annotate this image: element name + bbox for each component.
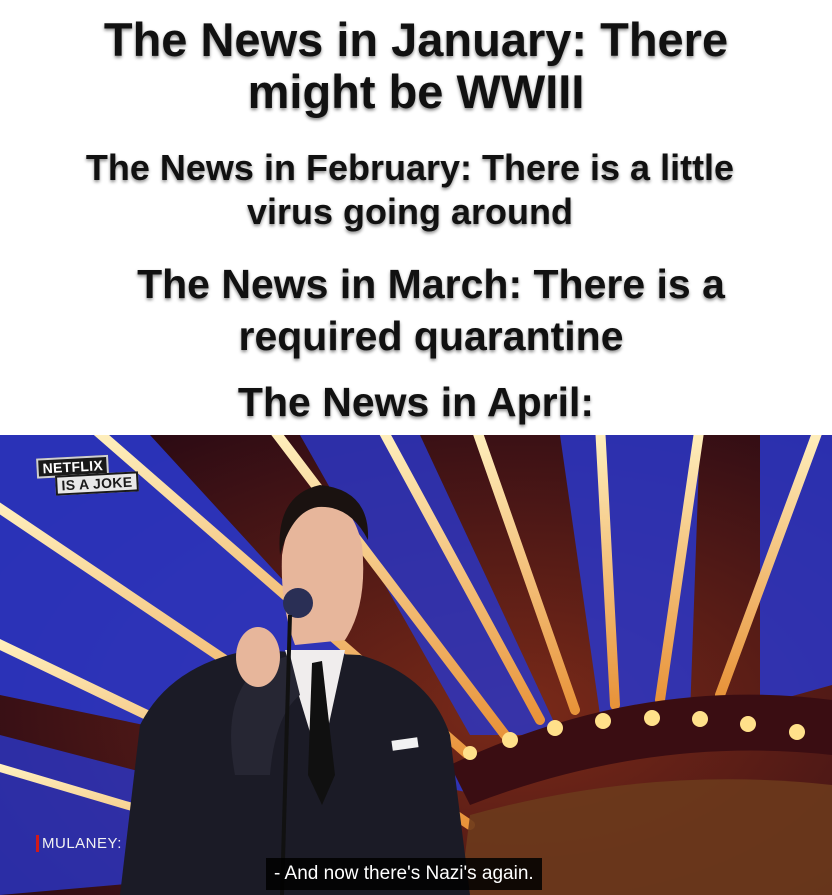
caption-line-january: The News in January: There might be WWII… xyxy=(0,14,832,118)
caption-text: virus going around xyxy=(246,191,573,232)
caption-text: The News in February: There is a little xyxy=(85,147,735,188)
caption-line-april: The News in April: xyxy=(0,376,832,428)
caption-text: required quarantine xyxy=(238,313,624,359)
comedy-stage-image xyxy=(0,435,832,895)
speaker-label: MULANEY: xyxy=(36,835,122,852)
netflix-is-a-joke-logo: NETFLIX IS A JOKE xyxy=(36,453,139,496)
stage-illustration xyxy=(0,435,832,895)
meme-caption: The News in January: There might be WWII… xyxy=(0,0,832,435)
caption-text: The News in April: xyxy=(237,379,595,425)
caption-text: The News in March: There is a xyxy=(137,261,725,307)
caption-text: might be WWIII xyxy=(247,65,585,118)
caption-line-february: The News in February: There is a little … xyxy=(0,146,820,234)
caption-text: The News in January: There xyxy=(103,13,729,66)
caption-line-march: The News in March: There is a required q… xyxy=(15,258,832,362)
subtitle-caption: - And now there's Nazi's again. xyxy=(266,858,542,890)
